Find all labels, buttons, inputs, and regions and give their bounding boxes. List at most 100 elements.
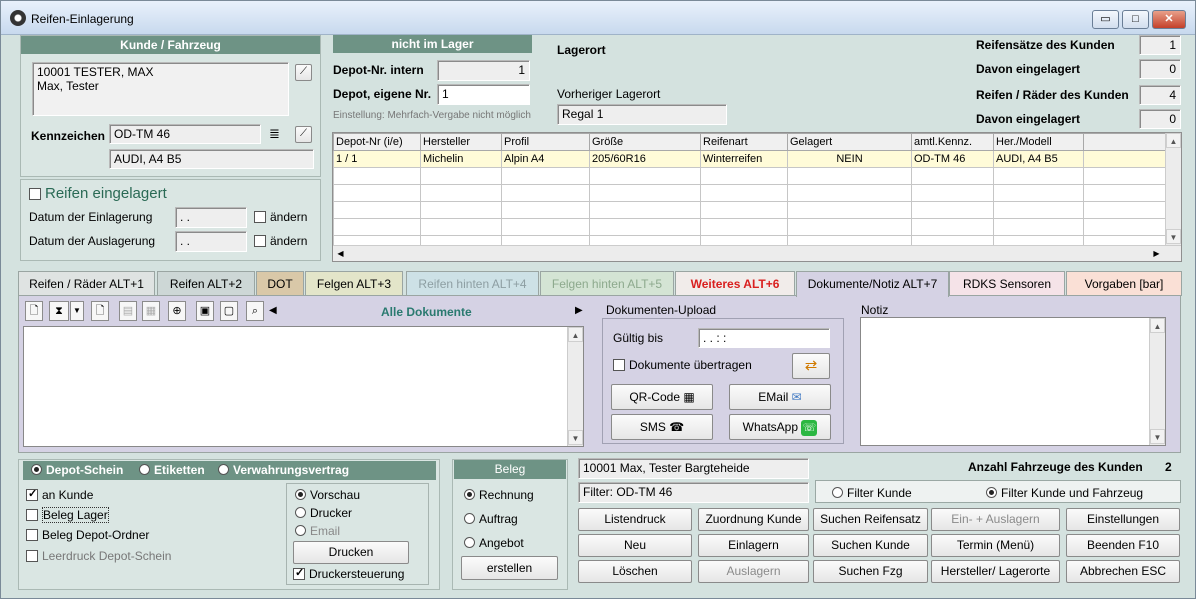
action-button-5[interactable]: Einstellungen [1066,508,1180,531]
sms-button[interactable]: SMS ☎ [611,414,713,440]
tab-7[interactable]: Weiteres ALT+6 [675,271,795,296]
scan-dropdown-icon[interactable]: ▼ [70,301,84,321]
portrait-icon[interactable]: ▢ [220,301,238,321]
check-beleg-lager[interactable]: Beleg Lager [26,507,109,523]
plate-field[interactable]: OD-TM 46 [109,124,261,144]
column-header[interactable]: Her./Modell [993,133,1084,151]
customer-address[interactable]: 10001 TESTER, MAX Max, Tester [32,62,289,116]
scroll-down-icon[interactable]: ▼ [568,430,583,445]
next-doc-icon[interactable]: ▶ [575,305,583,316]
tire-sets-table[interactable]: Depot-Nr (i/e) Hersteller Profil Größe Reife… [332,132,1182,262]
depot-own-field[interactable]: 1 [437,84,530,105]
scroll-up-icon[interactable]: ▲ [568,327,583,342]
scan-icon[interactable]: ⧗ [49,301,69,321]
prev-doc-icon[interactable]: ◀ [269,305,277,316]
whatsapp-button[interactable]: WhatsApp ☏ [729,414,831,440]
check-printer-control[interactable]: Druckersteuerung [293,566,404,581]
check-beleg-depot-ordner[interactable]: Beleg Depot-Ordner [26,528,149,542]
radio-vorschau[interactable]: Vorschau [295,488,360,502]
doclist-vscroll[interactable]: ▲ ▼ [567,327,583,446]
table-row[interactable] [333,218,1166,236]
tab-5[interactable]: Reifen hinten ALT+4 [406,271,539,296]
prev-location-field[interactable]: Regal 1 [557,104,727,125]
close-button[interactable]: ✕ [1152,10,1186,29]
image-icon[interactable]: ▣ [196,301,214,321]
table-row[interactable]: 1 / 1 Michelin Alpin A4 205/60R16 Winterreif… [333,150,1166,168]
table-hscroll[interactable]: ◀ ▶ [333,245,1181,261]
column-header[interactable]: Hersteller [420,133,502,151]
column-header[interactable]: Gelagert [787,133,912,151]
radio-email[interactable]: Email [295,524,340,538]
action-button-13[interactable]: Suchen Fzg [813,560,928,583]
zoom-icon[interactable]: ⊕ [168,301,186,321]
action-button-11[interactable]: Löschen [578,560,692,583]
table-row[interactable] [333,167,1166,185]
option-depot-schein[interactable]: Depot-Schein [31,461,123,480]
tab-4[interactable]: Felgen ALT+3 [305,271,403,296]
change-date-in[interactable]: ändern [254,210,307,224]
option-etiketten[interactable]: Etiketten [139,461,205,480]
column-header[interactable]: Reifenart [700,133,788,151]
table-row[interactable] [333,184,1166,202]
action-button-4[interactable]: Ein- + Auslagern [931,508,1060,531]
table-row[interactable] [333,201,1166,219]
edit-vehicle-icon[interactable]: ⟋ [295,126,312,143]
change-date-out[interactable]: ändern [254,234,307,248]
stored-check-icon[interactable] [29,188,41,200]
tab-3[interactable]: DOT [256,271,304,296]
depot-intern-field[interactable]: 1 [437,60,530,81]
action-button-12[interactable]: Auslagern [698,560,809,583]
radio-filter-kunde-fahrzeug[interactable]: Filter Kunde und Fahrzeug [986,486,1143,500]
doc-open-icon[interactable]: 🗋 [91,301,109,321]
tab-8[interactable]: Dokumente/Notiz ALT+7 [796,271,949,297]
column-header[interactable]: Profil [501,133,590,151]
edit-customer-icon[interactable]: ⟋ [295,64,312,81]
table-vscroll[interactable]: ▲ ▼ [1165,133,1181,245]
date-out-field[interactable]: . . [175,231,247,252]
radio-angebot[interactable]: Angebot [464,536,524,550]
search-doc-icon[interactable]: ⌕ [246,301,264,321]
scroll-right-icon[interactable]: ▶ [1149,246,1164,261]
scroll-down-icon[interactable]: ▼ [1166,229,1181,244]
action-button-15[interactable]: Abbrechen ESC [1066,560,1180,583]
list-icon[interactable]: ≣ [269,126,280,142]
vehicle-field[interactable]: AUDI, A4 B5 [109,149,314,169]
radio-rechnung[interactable]: Rechnung [464,488,534,502]
radio-auftrag[interactable]: Auftrag [464,512,518,526]
view-list-icon[interactable]: ▤ [119,301,137,321]
column-header[interactable]: Depot-Nr (i/e) [333,133,421,151]
view-grid-icon[interactable]: ▦ [142,301,160,321]
email-button[interactable]: EMail ✉ [729,384,831,410]
minimize-button[interactable]: ▭ [1092,10,1119,29]
stored-checkbox[interactable]: Reifen eingelagert [29,185,167,202]
tab-9[interactable]: RDKS Sensoren [949,271,1065,296]
document-list[interactable]: ▲ ▼ [23,326,584,447]
tab-10[interactable]: Vorgaben [bar] [1066,271,1182,296]
print-button[interactable]: Drucken [293,541,409,564]
action-button-3[interactable]: Suchen Reifensatz [813,508,928,531]
transfer-docs[interactable]: Dokumente übertragen [613,358,752,372]
scroll-up-icon[interactable]: ▲ [1166,133,1181,148]
check-leerdruck[interactable]: Leerdruck Depot-Schein [26,549,171,563]
action-button-14[interactable]: Hersteller/ Lagerorte [931,560,1060,583]
valid-until-field[interactable]: . . : : [698,328,830,348]
action-button-7[interactable]: Einlagern [698,534,809,557]
check-an-kunde[interactable]: an Kunde [26,487,93,502]
date-in-field[interactable]: . . [175,207,247,228]
option-verwahrungsvertrag[interactable]: Verwahrungsvertrag [218,461,349,480]
radio-filter-kunde[interactable]: Filter Kunde [832,486,912,500]
action-button-2[interactable]: Zuordnung Kunde [698,508,809,531]
column-header[interactable]: amtl.Kennz. [911,133,994,151]
scroll-up-icon[interactable]: ▲ [1150,318,1165,333]
create-button[interactable]: erstellen [461,556,558,580]
scroll-left-icon[interactable]: ◀ [333,246,348,261]
sync-icon[interactable]: ⇄ [792,353,830,379]
new-doc-icon[interactable]: 🗋 [25,301,43,321]
maximize-button[interactable]: □ [1122,10,1149,29]
tab-2[interactable]: Reifen ALT+2 [157,271,255,296]
action-button-6[interactable]: Neu [578,534,692,557]
tab-1[interactable]: Reifen / Räder ALT+1 [18,271,155,296]
action-button-1[interactable]: Listendruck [578,508,692,531]
column-header[interactable]: Größe [589,133,701,151]
scroll-down-icon[interactable]: ▼ [1150,429,1165,444]
